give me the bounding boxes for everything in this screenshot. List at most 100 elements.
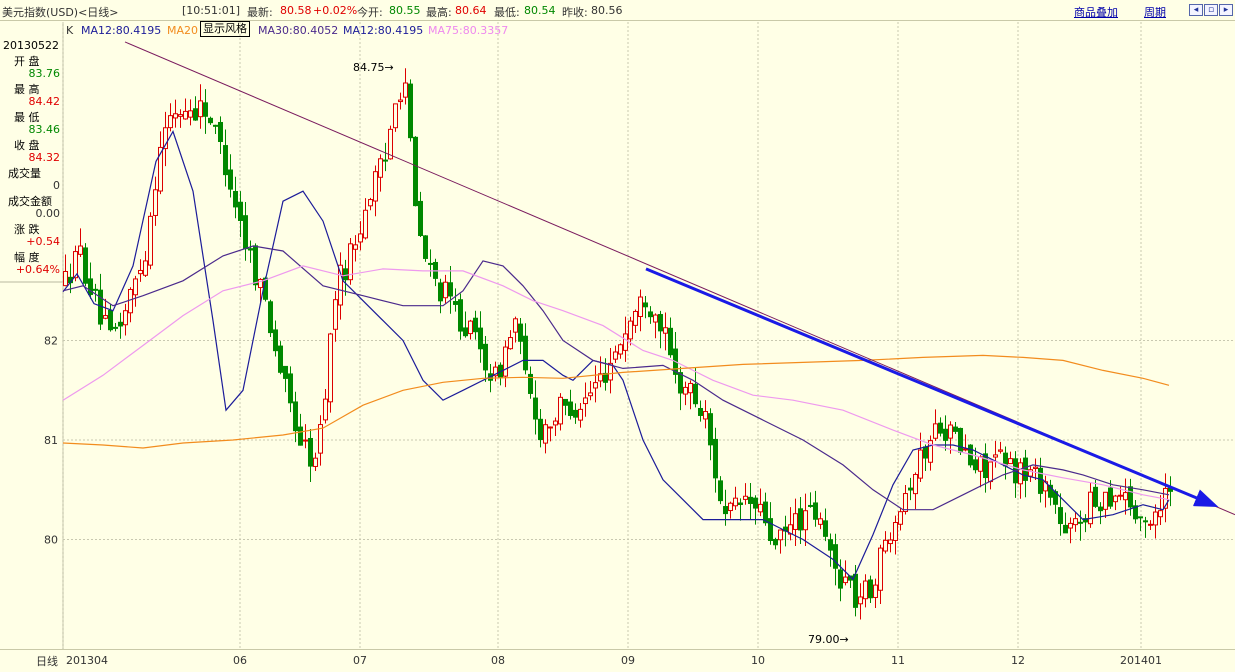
ma-line-ma30 bbox=[62, 245, 1170, 511]
candle-body bbox=[323, 398, 328, 421]
candle-body bbox=[838, 569, 843, 589]
candle-body bbox=[833, 544, 838, 569]
candle-body bbox=[953, 426, 958, 432]
candle-body bbox=[103, 315, 108, 319]
candle-body bbox=[288, 373, 293, 404]
candle-body bbox=[518, 323, 523, 342]
candle-body bbox=[933, 423, 938, 439]
candle-body bbox=[728, 502, 733, 512]
candle-body bbox=[843, 576, 848, 584]
candle-body bbox=[963, 448, 968, 451]
candle-body bbox=[858, 596, 863, 605]
candle-body bbox=[668, 327, 673, 356]
candle-body bbox=[893, 522, 898, 541]
candle-body bbox=[378, 158, 383, 178]
candle-body bbox=[853, 573, 858, 608]
candle-body bbox=[113, 326, 118, 329]
candle-body bbox=[148, 215, 153, 266]
candle-body bbox=[1098, 506, 1103, 512]
candle-body bbox=[218, 121, 223, 142]
candle-body bbox=[958, 427, 963, 453]
candle-body bbox=[118, 321, 123, 327]
candle-body bbox=[428, 262, 433, 265]
candle-body bbox=[223, 145, 228, 176]
candle-body bbox=[813, 502, 818, 520]
candle-body bbox=[283, 365, 288, 379]
candle-body bbox=[998, 449, 1003, 452]
candle-body bbox=[803, 510, 808, 531]
candle-body bbox=[943, 428, 948, 441]
candle-body bbox=[233, 190, 238, 208]
candle-body bbox=[1038, 467, 1043, 494]
candle-body bbox=[128, 288, 133, 314]
candle-body bbox=[138, 269, 143, 275]
candle-body bbox=[558, 396, 563, 425]
candle-body bbox=[173, 113, 178, 119]
candle-body bbox=[238, 201, 243, 221]
candlestick-chart[interactable]: 828180201304 06 07 08 09 10 11 12 20140184.75→79… bbox=[0, 0, 1235, 671]
candle-body bbox=[368, 199, 373, 207]
candle-body bbox=[618, 344, 623, 355]
candle-body bbox=[278, 345, 283, 373]
candle-body bbox=[643, 302, 648, 308]
candle-body bbox=[693, 383, 698, 405]
candle-body bbox=[808, 504, 813, 507]
candle-body bbox=[508, 337, 513, 350]
candle-body bbox=[83, 247, 88, 284]
candle-body bbox=[483, 343, 488, 371]
candle-body bbox=[1008, 458, 1013, 465]
candle-body bbox=[183, 110, 188, 120]
candle-body bbox=[243, 215, 248, 250]
candle-body bbox=[1103, 491, 1108, 510]
candle-body bbox=[358, 233, 363, 243]
candle-body bbox=[868, 579, 873, 599]
candle-body bbox=[1158, 510, 1163, 518]
candle-body bbox=[363, 209, 368, 239]
candle-body bbox=[438, 282, 443, 302]
candle-body bbox=[443, 281, 448, 299]
candle-body bbox=[993, 454, 998, 458]
period-label: 日线 bbox=[36, 655, 58, 668]
candle-body bbox=[63, 270, 68, 287]
candle-body bbox=[1153, 511, 1158, 526]
candle-body bbox=[343, 268, 348, 281]
candle-body bbox=[503, 346, 508, 377]
candle-body bbox=[253, 245, 258, 286]
candle-body bbox=[988, 461, 993, 483]
candle-body bbox=[703, 411, 708, 420]
candle-body bbox=[743, 495, 748, 500]
candle-body bbox=[1063, 524, 1068, 534]
candle-body bbox=[523, 335, 528, 371]
candle-body bbox=[593, 382, 598, 389]
candle-body bbox=[383, 159, 388, 162]
candle-body bbox=[683, 386, 688, 395]
candle-body bbox=[708, 413, 713, 446]
candle-body bbox=[513, 318, 518, 333]
candle-body bbox=[923, 446, 928, 459]
candle-body bbox=[268, 301, 273, 334]
candle-body bbox=[193, 108, 198, 121]
y-tick-label: 81 bbox=[44, 434, 58, 447]
candle-body bbox=[1093, 486, 1098, 507]
candle-body bbox=[1128, 486, 1133, 508]
candle-body bbox=[553, 420, 558, 426]
candle-body bbox=[758, 503, 763, 513]
candle-body bbox=[1073, 518, 1078, 526]
candle-body bbox=[588, 392, 593, 397]
candle-body bbox=[973, 459, 978, 471]
candle-body bbox=[543, 424, 548, 444]
candle-body bbox=[798, 508, 803, 531]
candle-body bbox=[828, 539, 833, 551]
candle-body bbox=[653, 314, 658, 323]
candle-body bbox=[188, 110, 193, 118]
candle-body bbox=[408, 83, 413, 139]
candle-body bbox=[698, 407, 703, 416]
candle-body bbox=[478, 327, 483, 350]
x-axis-bar: 日线 bbox=[0, 649, 1235, 672]
candle-body bbox=[1023, 457, 1028, 481]
candle-body bbox=[203, 102, 208, 117]
candle-body bbox=[903, 493, 908, 513]
candle-body bbox=[308, 437, 313, 467]
candle-body bbox=[748, 496, 753, 504]
candle-body bbox=[548, 426, 553, 429]
